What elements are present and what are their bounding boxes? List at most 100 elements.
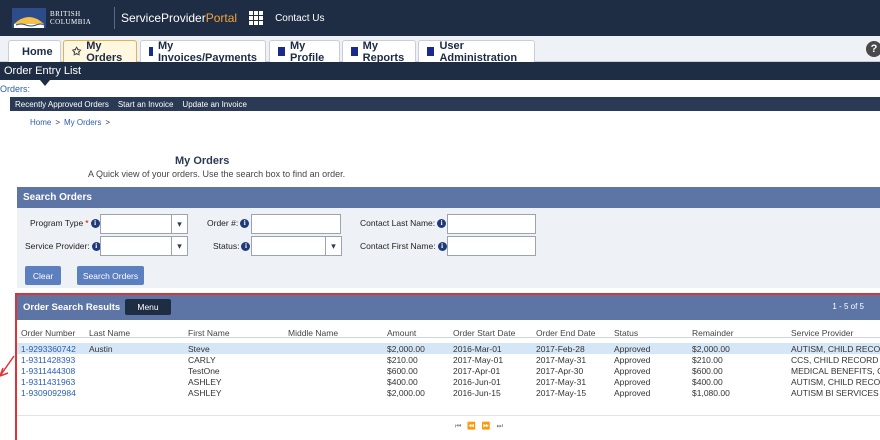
contact-last-name-input[interactable]: [447, 214, 536, 234]
tab-label: User Administration: [439, 39, 518, 64]
subnav-recently-approved[interactable]: Recently Approved Orders: [15, 100, 109, 109]
contact-first-name-input[interactable]: [447, 236, 536, 256]
order-number-link[interactable]: 1-9309092984: [21, 388, 76, 398]
end-date-cell: 2017-May-31: [536, 355, 587, 365]
page-subtitle: A Quick view of your orders. Use the sea…: [88, 169, 346, 179]
amount-cell: $2,000.00: [387, 344, 425, 354]
label-text: Contact Last Name:: [360, 218, 436, 228]
info-icon[interactable]: i: [437, 241, 447, 251]
contact-first-name-label: Contact First Name: i: [360, 241, 447, 251]
start-date-cell: 2017-May-01: [453, 355, 504, 365]
subnav-update-invoice[interactable]: Update an Invoice: [182, 100, 247, 109]
remainder-cell: $400.00: [692, 377, 723, 387]
chevron-down-icon: ▾: [171, 215, 187, 233]
tab-my-profile[interactable]: My Profile: [269, 39, 340, 64]
label-text: Order #:: [207, 218, 239, 228]
menu-button[interactable]: Menu: [125, 299, 171, 315]
bc-logo[interactable]: BRITISH COLUMBIA: [12, 7, 106, 29]
logo-line-2: COLUMBIA: [50, 18, 92, 26]
tab-my-invoices[interactable]: My Invoices/Payments: [140, 39, 266, 64]
status-cell: Approved: [614, 388, 651, 398]
first-name-cell: TestOne: [188, 366, 220, 376]
chevron-down-icon: ▾: [171, 237, 187, 255]
tab-label: My Orders: [86, 39, 123, 64]
remainder-cell: $2,000.00: [692, 344, 730, 354]
tab-my-reports[interactable]: My Reports: [342, 40, 416, 64]
table-row[interactable]: 1-9311428393 CARLY $210.00 2017-May-01 2…: [17, 354, 880, 365]
portal-title[interactable]: ServiceProviderPortal: [121, 11, 237, 25]
pagination-controls[interactable]: ⏮ ⏪ ⏩ ⏭: [455, 422, 505, 431]
status-cell: Approved: [614, 355, 651, 365]
apps-grid-icon[interactable]: [249, 11, 264, 25]
label-text: Status:: [213, 241, 240, 251]
first-name-cell: ASHLEY: [188, 388, 222, 398]
square-icon: [149, 47, 153, 56]
info-icon[interactable]: i: [90, 218, 100, 228]
service-provider-select[interactable]: ▾: [100, 236, 188, 256]
tab-my-orders[interactable]: ✩ My Orders: [63, 39, 137, 64]
last-name-cell: Austin: [89, 344, 113, 354]
remainder-cell: $1,080.00: [692, 388, 730, 398]
top-bar: BRITISH COLUMBIA ServiceProviderPortal C…: [0, 0, 880, 36]
table-row[interactable]: 1-9311431963 ASHLEY $400.00 2016-Jun-01 …: [17, 376, 880, 387]
annotation-arrow-icon: [0, 355, 15, 377]
bc-sun-icon: [12, 8, 46, 28]
order-search-results: Order Search Results Menu 1 - 5 of 5 Ord…: [15, 293, 880, 440]
end-date-cell: 2017-May-15: [536, 388, 587, 398]
table-row[interactable]: 1-9309092984 ASHLEY $2,000.00 2016-Jun-1…: [17, 387, 880, 398]
first-name-cell: Steve: [188, 344, 210, 354]
status-cell: Approved: [614, 366, 651, 376]
header-divider: [19, 337, 880, 338]
contact-us-link[interactable]: Contact Us: [275, 13, 324, 24]
portal-name-main: ServiceProvider: [121, 11, 206, 25]
service-provider-cell: CCS, CHILD RECORD: [791, 355, 879, 365]
start-date-cell: 2017-Apr-01: [453, 366, 501, 376]
breadcrumb-my-orders[interactable]: My Orders: [64, 118, 101, 127]
first-name-cell: ASHLEY: [188, 377, 222, 387]
bc-logo-text: BRITISH COLUMBIA: [50, 10, 91, 26]
info-icon[interactable]: i: [240, 218, 250, 228]
subnav-start-invoice[interactable]: Start an Invoice: [118, 100, 174, 109]
label-text: Program Type: [30, 218, 84, 228]
logo-line-1: BRITISH: [50, 10, 81, 18]
start-date-cell: 2016-Jun-15: [453, 388, 501, 398]
service-provider-cell: MEDICAL BENEFITS, CH: [791, 366, 880, 376]
orders-link[interactable]: Orders:: [0, 84, 30, 94]
order-entry-bar: Order Entry List: [0, 62, 880, 80]
status-cell: Approved: [614, 344, 651, 354]
clear-button[interactable]: Clear: [25, 266, 61, 285]
order-number-link[interactable]: 1-9311431963: [21, 377, 75, 387]
status-select[interactable]: ▾: [251, 236, 342, 256]
results-count: 1 - 5 of 5: [832, 302, 864, 311]
order-number-link[interactable]: 1-9293360742: [21, 344, 76, 354]
info-icon[interactable]: i: [437, 218, 447, 228]
help-icon[interactable]: ?: [866, 41, 880, 57]
info-icon[interactable]: i: [241, 241, 251, 251]
square-icon: [427, 47, 435, 56]
search-orders-panel: Search Orders Program Type * i ▾ Service P…: [17, 187, 880, 288]
tab-user-administration[interactable]: User Administration: [418, 39, 535, 64]
order-number-link[interactable]: 1-9311428393: [21, 355, 75, 365]
search-orders-button[interactable]: Search Orders: [77, 266, 144, 285]
program-type-select[interactable]: ▾: [100, 214, 188, 234]
table-row[interactable]: 1-9311444308 TestOne $600.00 2017-Apr-01…: [17, 365, 880, 376]
service-provider-cell: AUTISM BI SERVICES: [791, 388, 879, 398]
amount-cell: $210.00: [387, 355, 418, 365]
table-row[interactable]: 1-9293360742 Austin Steve $2,000.00 2016…: [17, 343, 880, 354]
order-number-input[interactable]: [251, 214, 341, 234]
service-provider-cell: AUTISM, CHILD RECORI: [791, 377, 880, 387]
sub-navigation: Recently Approved Orders Start an Invoic…: [10, 97, 880, 111]
tab-home[interactable]: Home: [8, 40, 61, 62]
label-text: Contact First Name:: [360, 241, 436, 251]
main-tabs: Home ✩ My Orders My Invoices/Payments My…: [0, 36, 880, 64]
end-date-cell: 2017-Apr-30: [536, 366, 584, 376]
breadcrumb-separator: >: [105, 118, 111, 127]
tab-label: My Profile: [290, 39, 325, 64]
end-date-cell: 2017-May-31: [536, 377, 587, 387]
tab-label: My Invoices/Payments: [157, 39, 258, 64]
amount-cell: $600.00: [387, 366, 418, 376]
label-text: Service Provider:: [25, 241, 90, 251]
star-icon: ✩: [72, 46, 82, 58]
order-number-link[interactable]: 1-9311444308: [21, 366, 75, 376]
breadcrumb-home[interactable]: Home: [30, 118, 51, 127]
